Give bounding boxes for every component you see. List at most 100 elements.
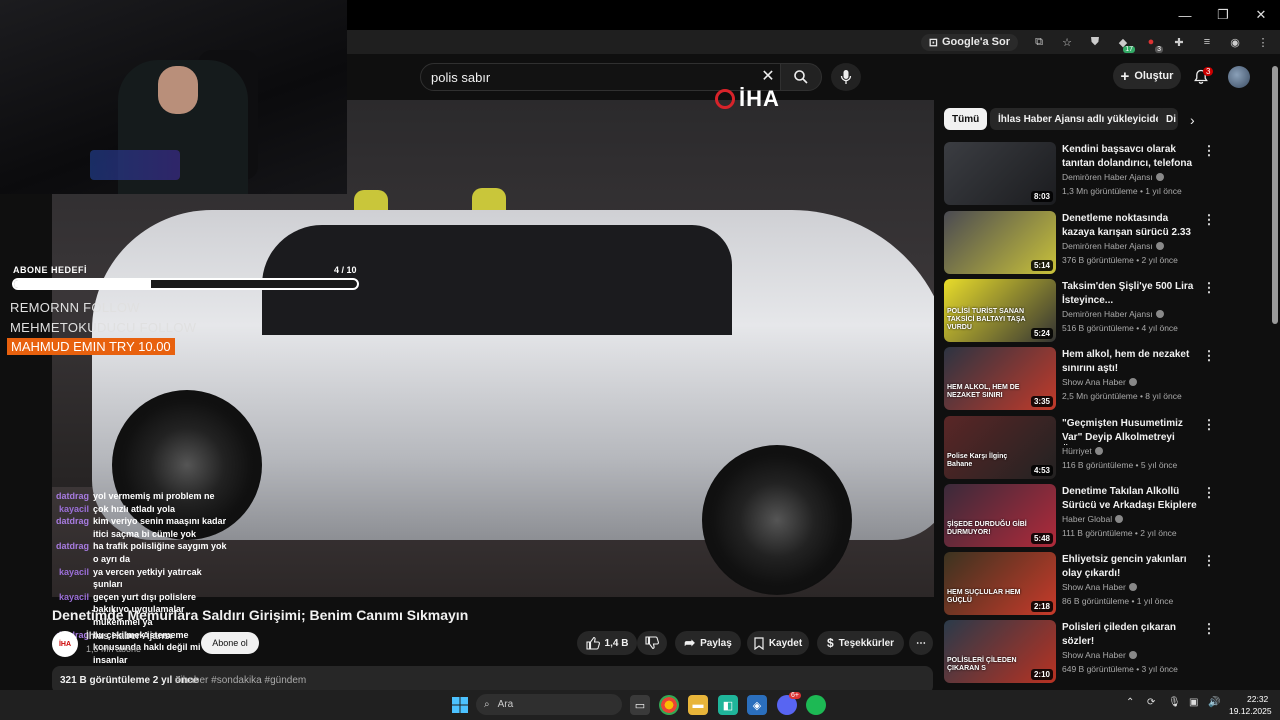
chip-partial[interactable]: Di [1158, 108, 1178, 130]
video-thumbnail[interactable]: HEM SUÇLULAR HEM GÜÇLÜ 2:18 [944, 552, 1056, 615]
thanks-button[interactable]: $ Teşekkürler [817, 631, 904, 655]
more-options-icon[interactable]: ⋮ [1202, 281, 1216, 297]
related-channel[interactable]: Show Ana Haber [1062, 377, 1137, 387]
related-video-card[interactable]: HEM SUÇLULAR HEM GÜÇLÜ 2:18 Ehliyetsiz gen… [944, 552, 1234, 616]
media-control-icon[interactable]: ≡ [1200, 35, 1214, 49]
tray-volume-icon[interactable]: 🔊 [1208, 697, 1220, 708]
tray-sync-icon[interactable]: ⟳ [1147, 697, 1155, 708]
related-video-meta: 1,3 Mn görüntüleme • 1 yıl önce [1062, 186, 1182, 196]
video-thumbnail[interactable]: 5:14 [944, 211, 1056, 274]
like-button[interactable]: 1,4 B [577, 631, 637, 655]
extension-icon-1[interactable]: ◆ 17 [1116, 35, 1135, 53]
related-video-card[interactable]: ŞİŞEDE DURDUĞU GİBİ DURMUYOR! 5:48 Denetim… [944, 484, 1234, 548]
file-explorer-icon[interactable]: ▬ [688, 695, 708, 715]
related-video-card[interactable]: 8:03 Kendini başsavcı olarak tanıtan dola… [944, 142, 1234, 206]
hashtags[interactable]: #ihaber #sondakika #gündem [175, 675, 306, 686]
channel-avatar[interactable]: İHA [52, 631, 78, 657]
install-app-icon[interactable]: ⧉ [1032, 35, 1046, 49]
tray-mic-icon[interactable]: 🎙 [1168, 697, 1181, 708]
video-thumbnail[interactable]: 8:03 [944, 142, 1056, 205]
video-title: Denetimde Memurlara Saldırı Girişimi; Be… [52, 607, 469, 623]
related-channel[interactable]: Haber Global [1062, 514, 1124, 524]
video-duration: 3:35 [1030, 396, 1053, 407]
app-icon-2[interactable]: ◈ [747, 695, 767, 715]
create-label: Oluştur [1134, 70, 1174, 82]
browser-toolbar: ⊡ Google'a Sor ⧉ ☆ ⛊ ◆ 17 ● 3 ✚ ≡ ◉ ⋮ [347, 30, 1280, 54]
video-thumbnail[interactable]: ŞİŞEDE DURDUĞU GİBİ DURMUYOR! 5:48 [944, 484, 1056, 547]
chat-username: datdrag [55, 541, 89, 552]
clear-search-icon[interactable]: ✕ [758, 66, 778, 86]
taskbar-search[interactable]: ⌕ Ara [476, 694, 622, 715]
related-channel[interactable]: Demirören Haber Ajansı [1062, 172, 1164, 182]
more-options-icon[interactable]: ⋮ [1202, 554, 1216, 570]
more-options-icon[interactable]: ⋮ [1202, 144, 1216, 160]
more-options-icon[interactable]: ⋮ [1202, 622, 1216, 638]
video-thumbnail[interactable]: POLİSİ TURİST SANAN TAKSİCİ BALTAYI TAŞA… [944, 279, 1056, 342]
chip-uploader[interactable]: İhlas Haber Ajansı adlı yükleyiciden [990, 108, 1176, 130]
chips-next-chevron-icon[interactable]: › [1190, 112, 1195, 128]
related-channel[interactable]: Demirören Haber Ajansı [1062, 309, 1164, 319]
puzzle-icon[interactable]: ✚ [1172, 35, 1186, 49]
related-video-card[interactable]: POLİSİ TURİST SANAN TAKSİCİ BALTAYI TAŞA… [944, 279, 1234, 343]
related-video-title[interactable]: Kendini başsavcı olarak tanıtan dolandır… [1062, 143, 1197, 171]
video-thumbnail[interactable]: Polise Karşı İlginç Bahane 4:53 [944, 416, 1056, 479]
minimize-button[interactable]: — [1166, 0, 1204, 30]
related-video-title[interactable]: "Geçmişten Husumetimiz Var" Deyip Alkolm… [1062, 417, 1197, 445]
verified-badge-icon [1115, 515, 1124, 523]
search-button[interactable] [780, 63, 822, 91]
chrome-icon[interactable] [659, 695, 679, 715]
related-video-title[interactable]: Ehliyetsiz gencin yakınları olay çıkardı… [1062, 553, 1197, 580]
channel-name[interactable]: İhlas Haber Ajansı [86, 631, 172, 642]
more-options-icon[interactable]: ⋮ [1202, 213, 1216, 229]
tray-network-icon[interactable]: ▣ [1189, 697, 1198, 708]
share-label: Paylaş [700, 637, 732, 649]
spotify-icon[interactable] [806, 695, 826, 715]
tray-chevron-icon[interactable]: ⌃ [1126, 697, 1134, 708]
related-channel-name: Haber Global [1062, 514, 1113, 524]
more-options-icon[interactable]: ⋮ [1202, 349, 1216, 365]
extension-icon-2[interactable]: ● 3 [1144, 35, 1163, 53]
more-options-icon[interactable]: ⋮ [1202, 418, 1216, 434]
related-video-title[interactable]: Hem alkol, hem de nezaket sınırını aştı! [1062, 348, 1197, 375]
related-channel[interactable]: Show Ana Haber [1062, 650, 1137, 660]
voice-search-button[interactable] [831, 63, 861, 91]
menu-dots-icon[interactable]: ⋮ [1256, 35, 1270, 49]
clock-time[interactable]: 22:32 [1247, 694, 1268, 704]
related-video-title[interactable]: Denetleme noktasında kazaya karışan sürü… [1062, 212, 1197, 240]
related-channel[interactable]: Demirören Haber Ajansı [1062, 241, 1164, 251]
restore-button[interactable]: ❐ [1204, 0, 1242, 30]
more-options-icon[interactable]: ⋮ [1202, 486, 1216, 502]
profile-icon[interactable]: ◉ [1228, 35, 1242, 49]
windows-start-icon[interactable] [450, 695, 470, 715]
related-video-card[interactable]: 5:14 Denetleme noktasında kazaya karışan … [944, 211, 1234, 275]
more-actions-button[interactable]: ⋯ [909, 631, 933, 655]
related-channel[interactable]: Hürriyet [1062, 446, 1103, 456]
related-video-title[interactable]: Taksim'den Şişli'ye 500 Lira İsteyince..… [1062, 280, 1197, 307]
related-video-card[interactable]: POLİSLERİ ÇİLEDEN ÇIKARAN S 2:10 Polisleri… [944, 620, 1234, 684]
related-video-meta: 86 B görüntüleme • 1 yıl önce [1062, 596, 1174, 606]
bookmark-star-icon[interactable]: ☆ [1060, 35, 1074, 49]
clock-date[interactable]: 19.12.2025 [1229, 706, 1272, 716]
subscribe-button[interactable]: Abone ol [201, 632, 259, 654]
chat-message: kayacil ya vercen yetkiyi yatırcak şunlar… [55, 566, 235, 591]
save-button[interactable]: Kaydet [747, 631, 809, 655]
video-thumbnail[interactable]: POLİSLERİ ÇİLEDEN ÇIKARAN S 2:10 [944, 620, 1056, 683]
chip-all[interactable]: Tümü [944, 108, 988, 130]
video-thumbnail[interactable]: HEM ALKOL, HEM DE NEZAKET SINIRI 3:35 [944, 347, 1056, 410]
related-channel[interactable]: Show Ana Haber [1062, 582, 1137, 592]
google-ask-button[interactable]: ⊡ Google'a Sor [920, 33, 1018, 51]
account-avatar[interactable] [1228, 66, 1250, 88]
related-video-card[interactable]: HEM ALKOL, HEM DE NEZAKET SINIRI 3:35 Hem … [944, 347, 1234, 411]
shield-extension-icon[interactable]: ⛊ [1088, 35, 1102, 49]
page-scrollbar[interactable] [1272, 66, 1278, 324]
related-video-card[interactable]: Polise Karşı İlginç Bahane 4:53 "Geçmişten… [944, 416, 1234, 480]
related-video-title[interactable]: Denetime Takılan Alkollü Sürücü ve Arkad… [1062, 485, 1197, 513]
create-button[interactable]: + Oluştur [1113, 63, 1181, 89]
verified-badge-icon [1128, 583, 1137, 591]
share-button[interactable]: ➦ Paylaş [675, 631, 741, 655]
dislike-button[interactable] [637, 631, 667, 655]
task-view-icon[interactable]: ▭ [630, 695, 650, 715]
app-icon[interactable]: ◧ [718, 695, 738, 715]
related-video-title[interactable]: Polisleri çileden çıkaran sözler! [1062, 621, 1197, 648]
close-button[interactable]: ✕ [1242, 0, 1280, 30]
